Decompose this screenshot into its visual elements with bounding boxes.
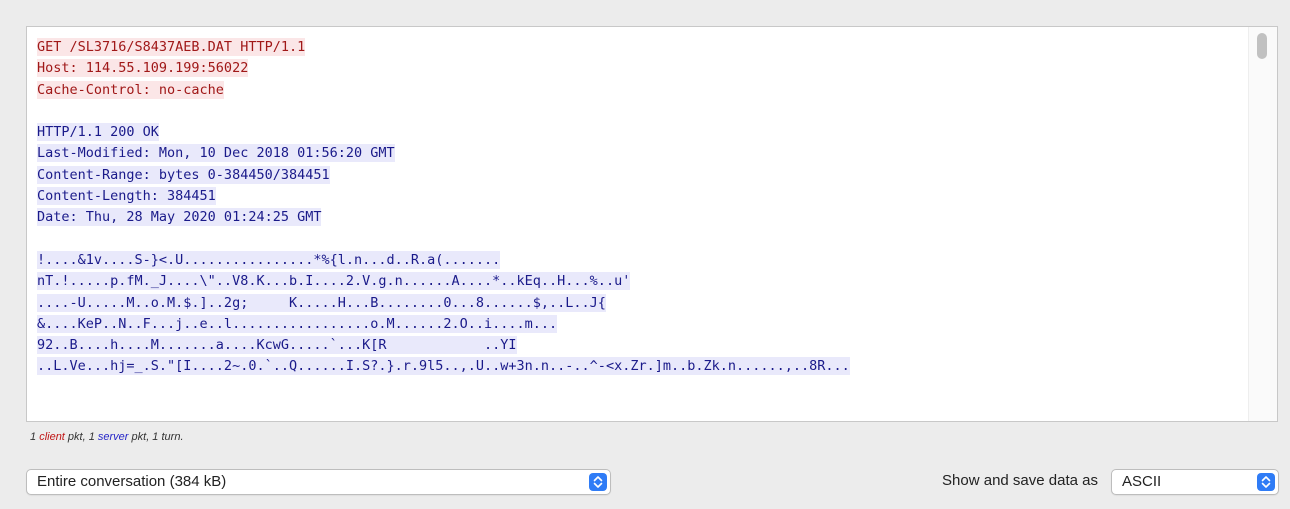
scrollbar-thumb[interactable] bbox=[1257, 33, 1267, 59]
server-line: Date: Thu, 28 May 2020 01:24:25 GMT bbox=[37, 207, 1247, 228]
status-prefix: 1 bbox=[30, 431, 40, 443]
data-format-select-value: ASCII bbox=[1122, 473, 1162, 490]
status-middle: pkt, 1 bbox=[64, 431, 98, 443]
save-as-label: Show and save data as bbox=[942, 472, 1098, 489]
server-line: &....KeP..N..F...j..e..l................… bbox=[37, 314, 1247, 335]
server-line: Content-Length: 384451 bbox=[37, 186, 1247, 207]
server-line-text: ..L.Ve...hj=_.S."[I....2~.0.`..Q......I.… bbox=[37, 357, 850, 376]
updown-stepper-icon bbox=[1257, 473, 1275, 491]
client-line: Host: 114.55.109.199:56022 bbox=[37, 58, 1247, 79]
conversation-select[interactable]: Entire conversation (384 kB) bbox=[26, 469, 611, 495]
server-line-text: ....-U.....M..o.M.$.]..2g; K.....H...B..… bbox=[37, 293, 606, 312]
server-line-text: !....&1v....S-}<.U................*%{l.n… bbox=[37, 250, 501, 269]
server-line: Last-Modified: Mon, 10 Dec 2018 01:56:20… bbox=[37, 143, 1247, 164]
server-line-text: Content-Length: 384451 bbox=[37, 187, 216, 206]
server-line: ....-U.....M..o.M.$.]..2g; K.....H...B..… bbox=[37, 293, 1247, 314]
server-line: Content-Range: bytes 0-384450/384451 bbox=[37, 165, 1247, 186]
data-format-select[interactable]: ASCII bbox=[1111, 469, 1279, 495]
client-line: Cache-Control: no-cache bbox=[37, 80, 1247, 101]
stream-content-panel[interactable]: GET /SL3716/S8437AEB.DAT HTTP/1.1 Host: 1… bbox=[26, 26, 1278, 422]
client-line-text: Cache-Control: no-cache bbox=[37, 80, 224, 99]
stream-text[interactable]: GET /SL3716/S8437AEB.DAT HTTP/1.1 Host: 1… bbox=[37, 37, 1247, 378]
server-line: 92..B....h....M.......a....KcwG.....`...… bbox=[37, 335, 1247, 356]
server-line: nT.!.....p.fM._J....\"..V8.K...b.I....2.… bbox=[37, 271, 1247, 292]
server-line-text: Content-Range: bytes 0-384450/384451 bbox=[37, 165, 330, 184]
server-line-text: 92..B....h....M.......a....KcwG.....`...… bbox=[37, 336, 517, 355]
updown-stepper-icon bbox=[589, 473, 607, 491]
server-line: HTTP/1.1 200 OK bbox=[37, 122, 1247, 143]
packet-status-summary: 1 client pkt, 1 server pkt, 1 turn. bbox=[30, 431, 184, 443]
server-line: !....&1v....S-}<.U................*%{l.n… bbox=[37, 250, 1247, 271]
server-line-text: nT.!.....p.fM._J....\"..V8.K...b.I....2.… bbox=[37, 272, 631, 291]
client-line: GET /SL3716/S8437AEB.DAT HTTP/1.1 bbox=[37, 37, 1247, 58]
status-server-word: server bbox=[97, 431, 129, 443]
server-line-text: Date: Thu, 28 May 2020 01:24:25 GMT bbox=[37, 208, 322, 227]
server-line: ..L.Ve...hj=_.S."[I....2~.0.`..Q......I.… bbox=[37, 356, 1247, 377]
server-line-text: HTTP/1.1 200 OK bbox=[37, 123, 159, 142]
vertical-scrollbar[interactable] bbox=[1248, 27, 1277, 421]
server-line-text: Last-Modified: Mon, 10 Dec 2018 01:56:20… bbox=[37, 144, 395, 163]
client-line-text: GET /SL3716/S8437AEB.DAT HTTP/1.1 bbox=[37, 38, 306, 56]
client-line-text: Host: 114.55.109.199:56022 bbox=[37, 59, 249, 78]
conversation-select-value: Entire conversation (384 kB) bbox=[37, 473, 227, 490]
server-line-text: &....KeP..N..F...j..e..l................… bbox=[37, 314, 558, 333]
status-suffix: pkt, 1 turn. bbox=[128, 431, 184, 443]
status-client-word: client bbox=[39, 431, 65, 443]
